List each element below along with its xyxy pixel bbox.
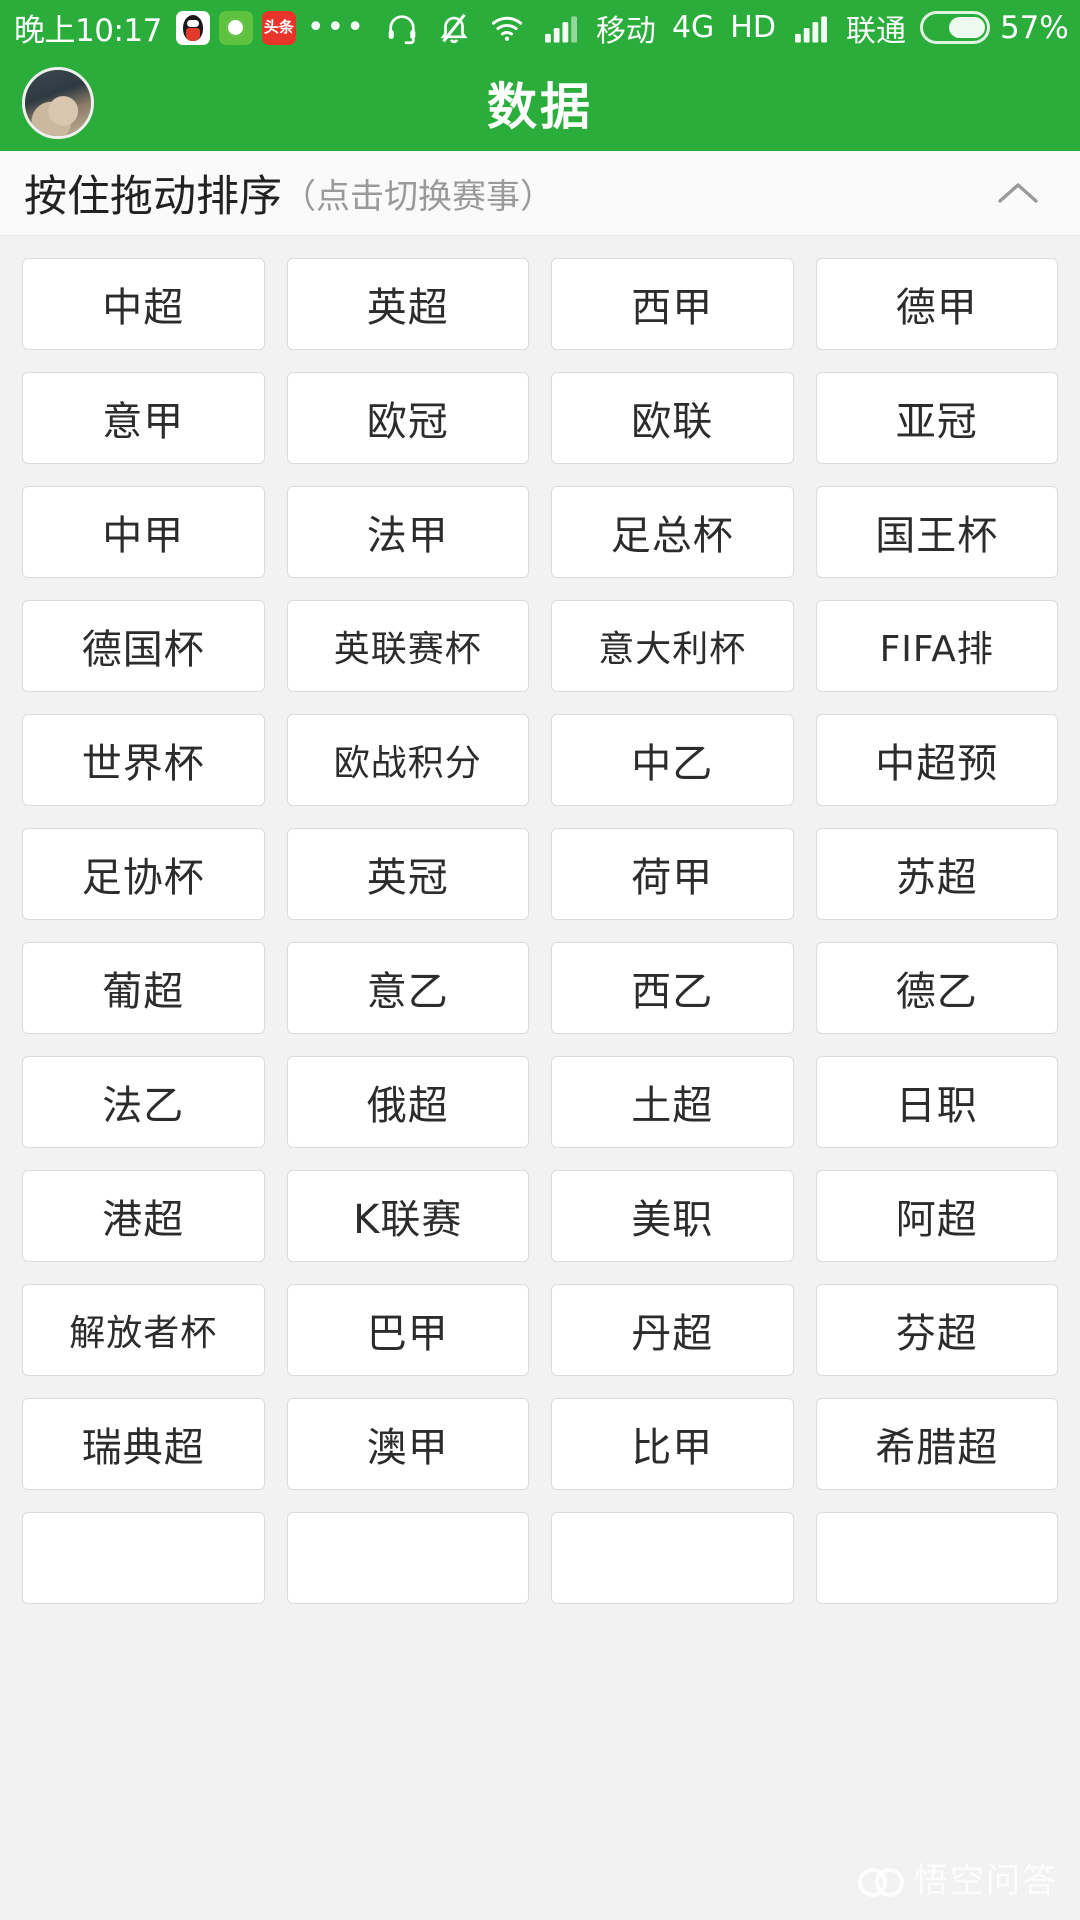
carrier-label-2: 联通 xyxy=(845,13,906,49)
soccer-app-icon xyxy=(218,10,253,45)
competition-tile-中乙[interactable]: 中乙 xyxy=(551,714,794,806)
competition-tile-empty[interactable] xyxy=(22,1512,265,1604)
sort-hint-bar[interactable]: 按住拖动排序 （点击切换赛事） xyxy=(0,151,1080,236)
competition-tile-欧冠[interactable]: 欧冠 xyxy=(286,372,529,464)
competition-tile-美职[interactable]: 美职 xyxy=(551,1170,794,1262)
battery-percent: 57% xyxy=(999,9,1069,46)
competition-tile-FIFA排[interactable]: FIFA排 xyxy=(815,600,1058,692)
toutiao-icon: 头条 xyxy=(261,10,296,45)
battery-area: 57% xyxy=(914,10,1069,46)
competition-tile-瑞典超[interactable]: 瑞典超 xyxy=(22,1398,265,1490)
competition-tile-解放者杯[interactable]: 解放者杯 xyxy=(22,1284,265,1376)
competition-tile-希腊超[interactable]: 希腊超 xyxy=(815,1398,1058,1490)
competition-tile-苏超[interactable]: 苏超 xyxy=(815,828,1058,920)
avatar[interactable] xyxy=(22,67,94,139)
hd-label: HD xyxy=(730,10,776,45)
sort-hint-main: 按住拖动排序 xyxy=(24,172,282,222)
carrier-label-1: 移动 xyxy=(595,13,656,49)
status-bar: 晚上10:17 头条 ••• 移动 4G HD 联通 57% xyxy=(0,0,1080,55)
title-bar: 数据 xyxy=(0,55,1080,151)
competition-tile-欧联[interactable]: 欧联 xyxy=(551,372,794,464)
competition-tile-法甲[interactable]: 法甲 xyxy=(286,486,529,578)
competition-tile-俄超[interactable]: 俄超 xyxy=(286,1056,529,1148)
competition-tile-国王杯[interactable]: 国王杯 xyxy=(815,486,1058,578)
competition-tile-意甲[interactable]: 意甲 xyxy=(22,372,265,464)
competition-tile-英冠[interactable]: 英冠 xyxy=(286,828,529,920)
competition-tile-日职[interactable]: 日职 xyxy=(815,1056,1058,1148)
competition-tile-葡超[interactable]: 葡超 xyxy=(22,942,265,1034)
chevron-up-icon[interactable] xyxy=(996,171,1040,215)
competition-tile-港超[interactable]: 港超 xyxy=(22,1170,265,1262)
competition-tile-empty[interactable] xyxy=(551,1512,794,1604)
competition-tile-荷甲[interactable]: 荷甲 xyxy=(551,828,794,920)
headset-icon xyxy=(385,11,419,45)
competition-tile-阿超[interactable]: 阿超 xyxy=(815,1170,1058,1262)
competition-tile-德甲[interactable]: 德甲 xyxy=(815,258,1058,350)
competition-tile-法乙[interactable]: 法乙 xyxy=(22,1056,265,1148)
competition-tile-西甲[interactable]: 西甲 xyxy=(551,258,794,350)
competition-tile-意乙[interactable]: 意乙 xyxy=(286,942,529,1034)
competition-tile-丹超[interactable]: 丹超 xyxy=(551,1284,794,1376)
competition-tile-亚冠[interactable]: 亚冠 xyxy=(815,372,1058,464)
competition-tile-比甲[interactable]: 比甲 xyxy=(551,1398,794,1490)
competition-tile-德国杯[interactable]: 德国杯 xyxy=(22,600,265,692)
competition-tile-巴甲[interactable]: 巴甲 xyxy=(286,1284,529,1376)
competition-tile-中超[interactable]: 中超 xyxy=(22,258,265,350)
competition-tile-世界杯[interactable]: 世界杯 xyxy=(22,714,265,806)
sort-hint-sub: （点击切换赛事） xyxy=(282,176,554,217)
competition-tile-芬超[interactable]: 芬超 xyxy=(815,1284,1058,1376)
bell-muted-icon xyxy=(437,11,471,45)
watermark: 悟空问答 xyxy=(858,1853,1058,1902)
competition-tile-中超预[interactable]: 中超预 xyxy=(815,714,1058,806)
competition-tile-意大利杯[interactable]: 意大利杯 xyxy=(551,600,794,692)
competition-tile-欧战积分[interactable]: 欧战积分 xyxy=(286,714,529,806)
competition-tile-足协杯[interactable]: 足协杯 xyxy=(22,828,265,920)
more-notifications-icon: ••• xyxy=(306,10,366,45)
competition-tile-澳甲[interactable]: 澳甲 xyxy=(286,1398,529,1490)
battery-icon xyxy=(919,11,990,44)
competition-tile-empty[interactable] xyxy=(286,1512,529,1604)
competition-tile-土超[interactable]: 土超 xyxy=(551,1056,794,1148)
watermark-text: 悟空问答 xyxy=(914,1861,1058,1901)
qq-icon xyxy=(175,10,210,45)
competition-tile-empty[interactable] xyxy=(815,1512,1058,1604)
signal-icon-2 xyxy=(793,12,829,44)
competition-tile-K联赛[interactable]: K联赛 xyxy=(286,1170,529,1262)
page-title: 数据 xyxy=(487,78,593,136)
competition-tile-德乙[interactable]: 德乙 xyxy=(815,942,1058,1034)
competition-grid: 中超 英超 西甲 德甲意甲 欧冠 欧联 亚冠中甲 法甲 足总杯 国王杯德国杯 英联赛杯 意大利杯 FIF… xyxy=(0,236,1080,1604)
competition-tile-英联赛杯[interactable]: 英联赛杯 xyxy=(286,600,529,692)
competition-tile-足总杯[interactable]: 足总杯 xyxy=(551,486,794,578)
competition-tile-英超[interactable]: 英超 xyxy=(286,258,529,350)
wifi-icon xyxy=(489,11,525,45)
competition-tile-中甲[interactable]: 中甲 xyxy=(22,486,265,578)
status-time: 晚上10:17 xyxy=(14,13,162,49)
competition-tile-西乙[interactable]: 西乙 xyxy=(551,942,794,1034)
app-root: 晚上10:17 头条 ••• 移动 4G HD 联通 57% 数据 按住拖动排序… xyxy=(0,0,1080,1920)
signal-icon-1 xyxy=(543,12,579,44)
wukong-logo-icon xyxy=(858,1864,904,1897)
network-type-label: 4G xyxy=(671,10,715,45)
